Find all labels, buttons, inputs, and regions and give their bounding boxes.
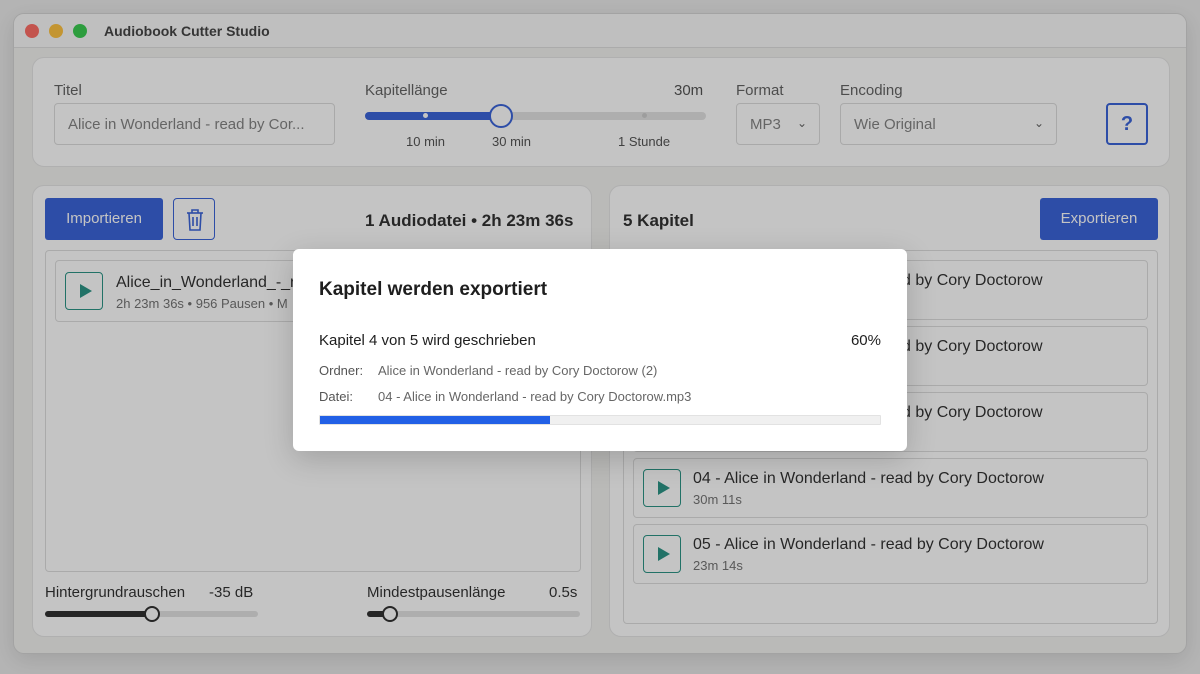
export-progress-bar: [319, 415, 881, 425]
file-value: 04 - Alice in Wonderland - read by Cory …: [378, 389, 692, 404]
export-dialog: Kapitel werden exportiert Kapitel 4 von …: [293, 249, 907, 451]
export-status: Kapitel 4 von 5 wird geschrieben: [319, 332, 536, 349]
file-label: Datei:: [319, 389, 353, 404]
folder-label: Ordner:: [319, 363, 364, 378]
export-progress-fill: [320, 416, 550, 424]
export-percent: 60%: [850, 332, 881, 349]
folder-value: Alice in Wonderland - read by Cory Docto…: [378, 363, 658, 378]
dialog-title: Kapitel werden exportiert: [319, 279, 548, 300]
